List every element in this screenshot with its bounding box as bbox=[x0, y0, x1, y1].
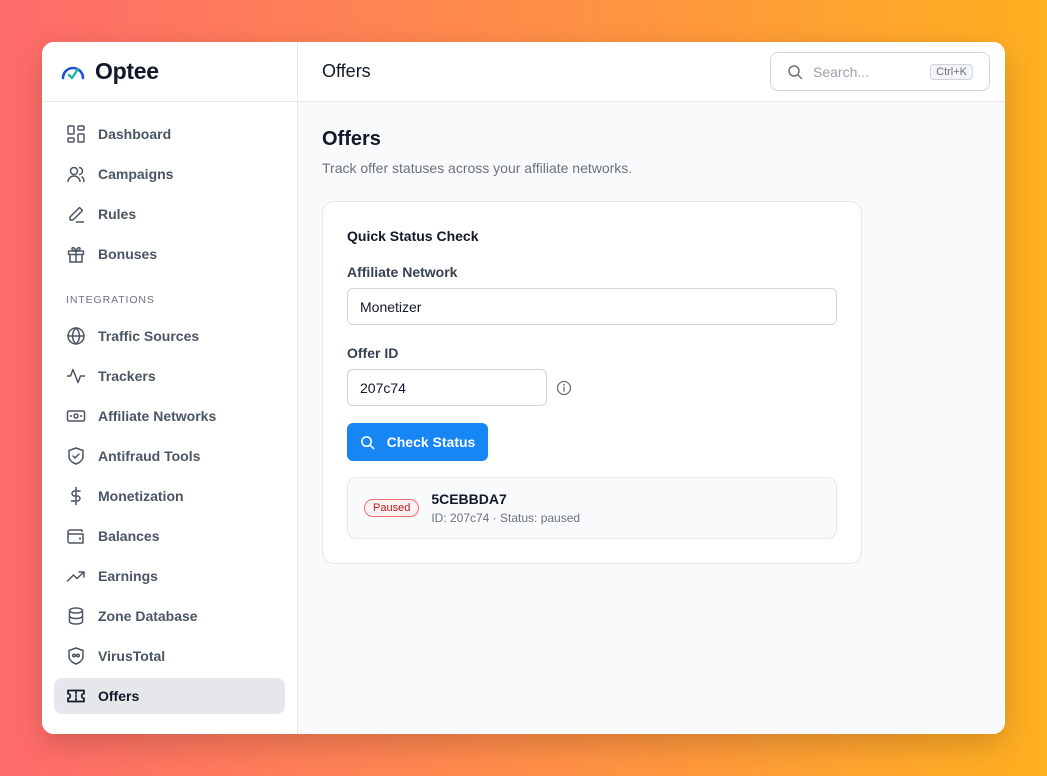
dollar-icon bbox=[66, 486, 86, 506]
sidebar-item-label: Campaigns bbox=[98, 166, 174, 182]
card-title: Quick Status Check bbox=[347, 228, 479, 244]
sidebar: Optee Dashboard Campaigns Rules Bonuses … bbox=[42, 42, 298, 734]
status-check-card: Quick Status Check Affiliate Network Off… bbox=[322, 201, 862, 564]
sidebar-item-dashboard[interactable]: Dashboard bbox=[54, 116, 285, 152]
activity-icon bbox=[66, 366, 86, 386]
sidebar-item-trackers[interactable]: Trackers bbox=[54, 358, 285, 394]
sidebar-item-balances[interactable]: Balances bbox=[54, 518, 285, 554]
brand-name: Optee bbox=[95, 58, 159, 84]
sidebar-item-monetization[interactable]: Monetization bbox=[54, 478, 285, 514]
check-status-button[interactable]: Check Status bbox=[347, 423, 488, 461]
topbar-title: Offers bbox=[322, 61, 371, 81]
result-name: 5CEBBDA7 bbox=[431, 491, 507, 507]
sidebar-item-label: Balances bbox=[98, 528, 160, 544]
sidebar-item-virustotal[interactable]: VirusTotal bbox=[54, 638, 285, 674]
search-input[interactable] bbox=[813, 63, 931, 80]
section-label-integrations: INTEGRATIONS bbox=[66, 294, 155, 306]
database-icon bbox=[66, 606, 86, 626]
sidebar-item-offers[interactable]: Offers bbox=[54, 678, 285, 714]
ticket-icon bbox=[66, 686, 86, 706]
wallet-icon bbox=[66, 526, 86, 546]
sidebar-item-label: Traffic Sources bbox=[98, 328, 200, 344]
offer-id-label: Offer ID bbox=[347, 345, 399, 361]
sidebar-item-label: Earnings bbox=[98, 568, 158, 584]
status-result: Paused 5CEBBDA7 ID: 207c74 · Status: pau… bbox=[347, 477, 837, 539]
result-meta: ID: 207c74 · Status: paused bbox=[431, 511, 581, 525]
sidebar-item-bonuses[interactable]: Bonuses bbox=[54, 236, 285, 272]
app-window: Optee Dashboard Campaigns Rules Bonuses … bbox=[42, 42, 1005, 734]
topbar: Offers Ctrl+K bbox=[298, 42, 1005, 102]
sidebar-item-label: Trackers bbox=[98, 368, 156, 384]
check-status-label: Check Status bbox=[386, 434, 476, 450]
status-badge: Paused bbox=[364, 499, 420, 517]
brand[interactable]: Optee bbox=[42, 42, 297, 102]
sidebar-item-label: Antifraud Tools bbox=[98, 448, 201, 464]
info-icon[interactable] bbox=[556, 380, 572, 396]
sidebar-item-earnings[interactable]: Earnings bbox=[54, 558, 285, 594]
pen-icon bbox=[66, 204, 86, 224]
result-info: 5CEBBDA7 ID: 207c74 · Status: paused bbox=[431, 491, 580, 525]
search-shortcut-hint: Ctrl+K bbox=[930, 63, 973, 80]
sidebar-item-label: VirusTotal bbox=[98, 648, 166, 664]
sidebar-item-campaigns[interactable]: Campaigns bbox=[54, 156, 285, 192]
sidebar-item-label: Rules bbox=[98, 206, 137, 222]
main-area: Offers Ctrl+K Offers Track offer statuse… bbox=[298, 42, 1005, 734]
page-content: Offers Track offer statuses across your … bbox=[298, 102, 1005, 590]
trending-up-icon bbox=[66, 566, 86, 586]
search-box[interactable]: Ctrl+K bbox=[770, 52, 990, 91]
offer-id-row bbox=[347, 369, 837, 406]
gift-icon bbox=[66, 244, 86, 264]
search-icon bbox=[787, 64, 803, 80]
gauge-icon bbox=[59, 58, 87, 86]
network-label: Affiliate Network bbox=[347, 264, 458, 280]
sidebar-item-rules[interactable]: Rules bbox=[54, 196, 285, 232]
sidebar-item-zone-database[interactable]: Zone Database bbox=[54, 598, 285, 634]
globe-icon bbox=[66, 326, 86, 346]
sidebar-item-affiliate-networks[interactable]: Affiliate Networks bbox=[54, 398, 285, 434]
dashboard-icon bbox=[66, 124, 86, 144]
network-input[interactable] bbox=[360, 298, 824, 315]
page-subtitle: Track offer statuses across your affilia… bbox=[322, 160, 633, 176]
sidebar-item-label: Affiliate Networks bbox=[98, 408, 217, 424]
sidebar-item-antifraud-tools[interactable]: Antifraud Tools bbox=[54, 438, 285, 474]
sidebar-item-label: Monetization bbox=[98, 488, 184, 504]
banknote-icon bbox=[66, 406, 86, 426]
sidebar-item-label: Offers bbox=[98, 688, 140, 704]
shield-check-icon bbox=[66, 446, 86, 466]
sidebar-item-label: Zone Database bbox=[98, 608, 198, 624]
offer-id-field[interactable] bbox=[347, 369, 547, 406]
sidebar-item-traffic-sources[interactable]: Traffic Sources bbox=[54, 318, 285, 354]
network-field[interactable] bbox=[347, 288, 837, 325]
sidebar-item-label: Bonuses bbox=[98, 246, 158, 262]
search-icon bbox=[360, 435, 375, 450]
offer-id-input[interactable] bbox=[360, 379, 534, 396]
users-icon bbox=[66, 164, 86, 184]
shield-virus-icon bbox=[66, 646, 86, 666]
sidebar-item-label: Dashboard bbox=[98, 126, 172, 142]
page-title: Offers bbox=[322, 128, 381, 150]
sidebar-nav: Dashboard Campaigns Rules Bonuses INTEGR… bbox=[42, 102, 297, 714]
